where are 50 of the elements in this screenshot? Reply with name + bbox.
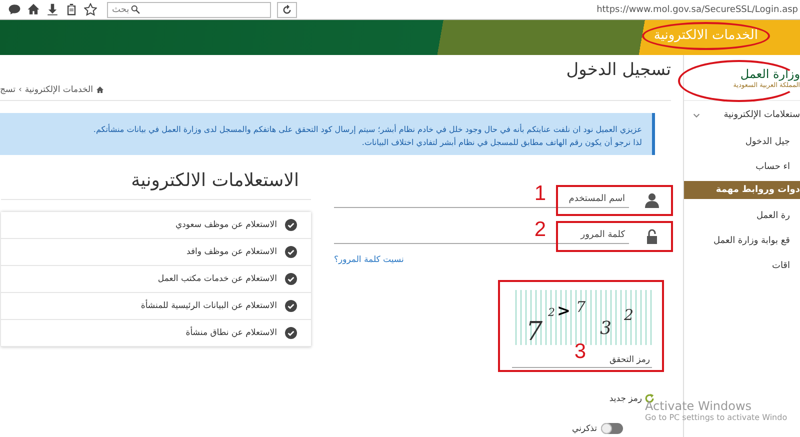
inquiry-item[interactable]: الاستعلام عن نطاق منشأة — [1, 320, 311, 347]
reload-button[interactable] — [277, 2, 297, 18]
activation-text: Go to PC settings to activate Windo — [645, 413, 788, 422]
chat-icon[interactable] — [8, 3, 21, 16]
check-circle-icon — [285, 273, 297, 285]
breadcrumb-separator: › — [18, 85, 22, 95]
check-circle-icon — [285, 327, 297, 339]
reload-icon — [282, 4, 292, 14]
check-circle-icon — [285, 300, 297, 312]
captcha-character: 2 — [548, 306, 555, 319]
sidebar-item[interactable]: رة العمل — [684, 203, 800, 228]
check-circle-icon — [285, 246, 297, 258]
sidebar-section-header: دوات وروابط مهمة — [684, 181, 800, 199]
check-circle-icon — [285, 219, 297, 231]
star-icon[interactable] — [84, 3, 97, 16]
captcha-character: > — [557, 301, 570, 320]
breadcrumb-link[interactable]: تسج — [0, 85, 16, 95]
captcha-character: 7 — [576, 298, 586, 316]
user-icon — [645, 192, 659, 208]
page-title: تسجيل الدخول — [566, 60, 671, 80]
activation-title: Activate Windows — [645, 399, 753, 413]
captcha-character: 3 — [600, 318, 612, 339]
clipboard-icon[interactable] — [65, 3, 78, 16]
download-icon[interactable] — [46, 3, 59, 16]
home-icon[interactable] — [27, 3, 40, 16]
sidebar-item[interactable]: اقات — [684, 253, 800, 278]
url-text[interactable]: https://www.mol.gov.sa/SecureSSL/Login.asp — [303, 4, 800, 14]
breadcrumb-link[interactable]: الخدمات الإلكترونية — [24, 85, 93, 95]
alert-text: عزيزي العميل نود ان نلفت عنايتكم بأنه في حال وجود خلل في خادم نظام أبشر؛ سيتم إرسال كود التحقق على هاتفكم والمسجل لدى وزارة العمل في بيانات منشأتكم. — [92, 123, 642, 136]
remember-toggle[interactable] — [601, 423, 623, 434]
home-icon — [96, 86, 104, 94]
logo-title: وزارة العمل — [740, 66, 800, 80]
sidebar-group[interactable]: ستعلامات الإلكترونية — [684, 100, 800, 129]
forgot-password-link[interactable]: نسيت كلمة المرور؟ — [334, 255, 404, 265]
inquiry-item[interactable]: الاستعلام عن موظف سعودي — [1, 212, 311, 239]
unlocked-padlock-icon — [645, 228, 659, 244]
section-title: الاستعلامات الالكترونية — [1, 167, 311, 200]
inquiry-item[interactable]: الاستعلام عن موظف وافد — [1, 239, 311, 266]
captcha-character: 2 — [624, 306, 634, 324]
search-icon — [131, 5, 140, 14]
inquiry-item[interactable]: الاستعلام عن خدمات مكتب العمل — [1, 266, 311, 293]
sidebar-item[interactable]: قع بوابة وزارة العمل — [684, 228, 800, 253]
search-field[interactable]: بحث — [107, 2, 271, 18]
sidebar-item[interactable]: اء حساب — [684, 154, 800, 179]
captcha-character: 7 — [526, 317, 543, 345]
banner-title: الخدمات الالكترونية — [654, 28, 758, 43]
sidebar-item[interactable]: جيل الدخول — [684, 129, 800, 154]
inquiry-item[interactable]: الاستعلام عن البيانات الرئيسية للمنشأة — [1, 293, 311, 320]
alert-text: لذا نرجو أن يكون رقم الهاتف مطابق للمسجل في نظام أبشر لتفادي اختلاف البيانات. — [360, 136, 642, 149]
remember-label: تذكرني — [572, 424, 597, 434]
